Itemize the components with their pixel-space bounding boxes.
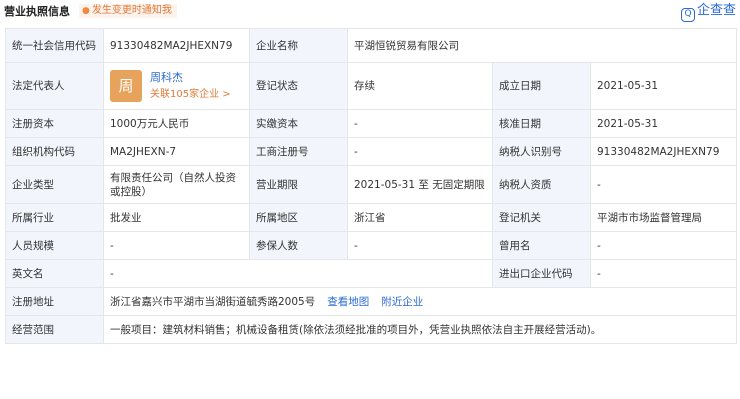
field-value: - <box>589 165 738 204</box>
field-label: 注册地址 <box>5 287 104 316</box>
section-title: 营业执照信息 <box>4 5 70 18</box>
field-value: - <box>589 259 738 288</box>
field-label: 注册资本 <box>5 109 104 138</box>
field-label: 所属行业 <box>5 203 104 232</box>
field-value: - <box>589 231 738 260</box>
field-label: 工商注册号 <box>249 137 348 166</box>
field-label: 经营范围 <box>5 315 104 344</box>
field-label: 参保人数 <box>249 231 348 260</box>
view-map-link[interactable]: 查看地图 <box>327 296 369 308</box>
field-value: 2021-05-31 至 无固定期限 <box>347 165 493 204</box>
field-value: 有限责任公司（自然人投资或控股） <box>103 165 250 204</box>
field-label: 法定代表人 <box>5 62 104 110</box>
field-label: 人员规模 <box>5 231 104 260</box>
table-row: 注册地址 浙江省嘉兴市平湖市当湖街道毓秀路2005号 查看地图 附近企业 <box>5 287 738 316</box>
field-label: 进出口企业代码 <box>492 259 591 288</box>
section-header: 营业执照信息 ● 发生变更时通知我 Q 企查查 <box>0 0 740 22</box>
legal-representative-cell: 周 周科杰 关联105家企业 > <box>103 62 250 110</box>
field-value: 2021-05-31 <box>589 62 738 110</box>
business-scope-value: 一般项目：建筑材料销售；机械设备租赁(除依法须经批准的项目外，凭营业执照依法自主… <box>102 315 738 344</box>
representative-name-link[interactable]: 周科杰 <box>150 71 231 85</box>
field-value: - <box>103 231 250 260</box>
field-label: 成立日期 <box>492 62 591 110</box>
field-value: 平湖市市场监督管理局 <box>589 203 738 232</box>
field-label: 组织机构代码 <box>5 137 104 166</box>
credit-code-value: 91330482MA2JHEXN79 <box>103 28 250 63</box>
table-row: 注册资本 1000万元人民币 实缴资本 - 核准日期 2021-05-31 <box>5 109 738 138</box>
company-name-value: 平湖恒锐贸易有限公司 <box>346 28 738 63</box>
table-row: 英文名 - 进出口企业代码 - <box>5 259 738 288</box>
field-label: 登记机关 <box>492 203 591 232</box>
avatar[interactable]: 周 <box>110 70 142 102</box>
field-value: 存续 <box>347 62 493 110</box>
nearby-companies-link[interactable]: 附近企业 <box>381 296 423 308</box>
bell-icon: ● <box>82 6 90 16</box>
field-value: 91330482MA2JHEXN79 <box>589 137 738 166</box>
related-companies-link[interactable]: 关联105家企业 > <box>150 88 231 102</box>
field-label: 曾用名 <box>492 231 591 260</box>
field-label: 企业类型 <box>5 165 104 204</box>
logo-text: 企查查 <box>696 3 736 18</box>
business-license-table: 统一社会信用代码 91330482MA2JHEXN79 企业名称 平湖恒锐贸易有… <box>5 28 738 344</box>
field-label: 所属地区 <box>249 203 348 232</box>
table-row: 经营范围 一般项目：建筑材料销售；机械设备租赁(除依法须经批准的项目外，凭营业执… <box>5 315 738 344</box>
address-value: 浙江省嘉兴市平湖市当湖街道毓秀路2005号 <box>110 295 316 308</box>
field-label: 统一社会信用代码 <box>5 28 104 63</box>
field-label: 企业名称 <box>249 28 348 63</box>
table-row: 法定代表人 周 周科杰 关联105家企业 > 登记状态 存续 成立日期 2021… <box>5 62 738 110</box>
notify-change-button[interactable]: ● 发生变更时通知我 <box>79 4 177 18</box>
field-label: 纳税人资质 <box>492 165 591 204</box>
field-value: 浙江省 <box>347 203 493 232</box>
field-label: 英文名 <box>5 259 104 288</box>
address-cell: 浙江省嘉兴市平湖市当湖街道毓秀路2005号 查看地图 附近企业 <box>102 287 738 316</box>
notify-label: 发生变更时通知我 <box>91 5 172 16</box>
field-label: 纳税人识别号 <box>492 137 591 166</box>
english-name-value: - <box>103 259 493 288</box>
field-value: MA2JHEXN-7 <box>103 137 250 166</box>
field-label: 营业期限 <box>249 165 348 204</box>
logo-icon: Q <box>680 8 695 22</box>
table-row: 统一社会信用代码 91330482MA2JHEXN79 企业名称 平湖恒锐贸易有… <box>5 28 738 63</box>
field-value: 1000万元人民币 <box>103 109 250 138</box>
field-value: 2021-05-31 <box>589 109 738 138</box>
field-value: - <box>347 137 493 166</box>
table-row: 组织机构代码 MA2JHEXN-7 工商注册号 - 纳税人识别号 9133048… <box>5 137 738 166</box>
table-row: 人员规模 - 参保人数 - 曾用名 - <box>5 231 738 260</box>
field-value: - <box>347 231 493 260</box>
field-label: 实缴资本 <box>249 109 348 138</box>
field-value: - <box>347 109 493 138</box>
table-row: 企业类型 有限责任公司（自然人投资或控股） 营业期限 2021-05-31 至 … <box>5 165 738 204</box>
field-label: 登记状态 <box>249 62 348 110</box>
field-label: 核准日期 <box>492 109 591 138</box>
qichacha-logo: Q 企查查 <box>680 2 736 22</box>
field-value: 批发业 <box>103 203 250 232</box>
table-row: 所属行业 批发业 所属地区 浙江省 登记机关 平湖市市场监督管理局 <box>5 203 738 232</box>
